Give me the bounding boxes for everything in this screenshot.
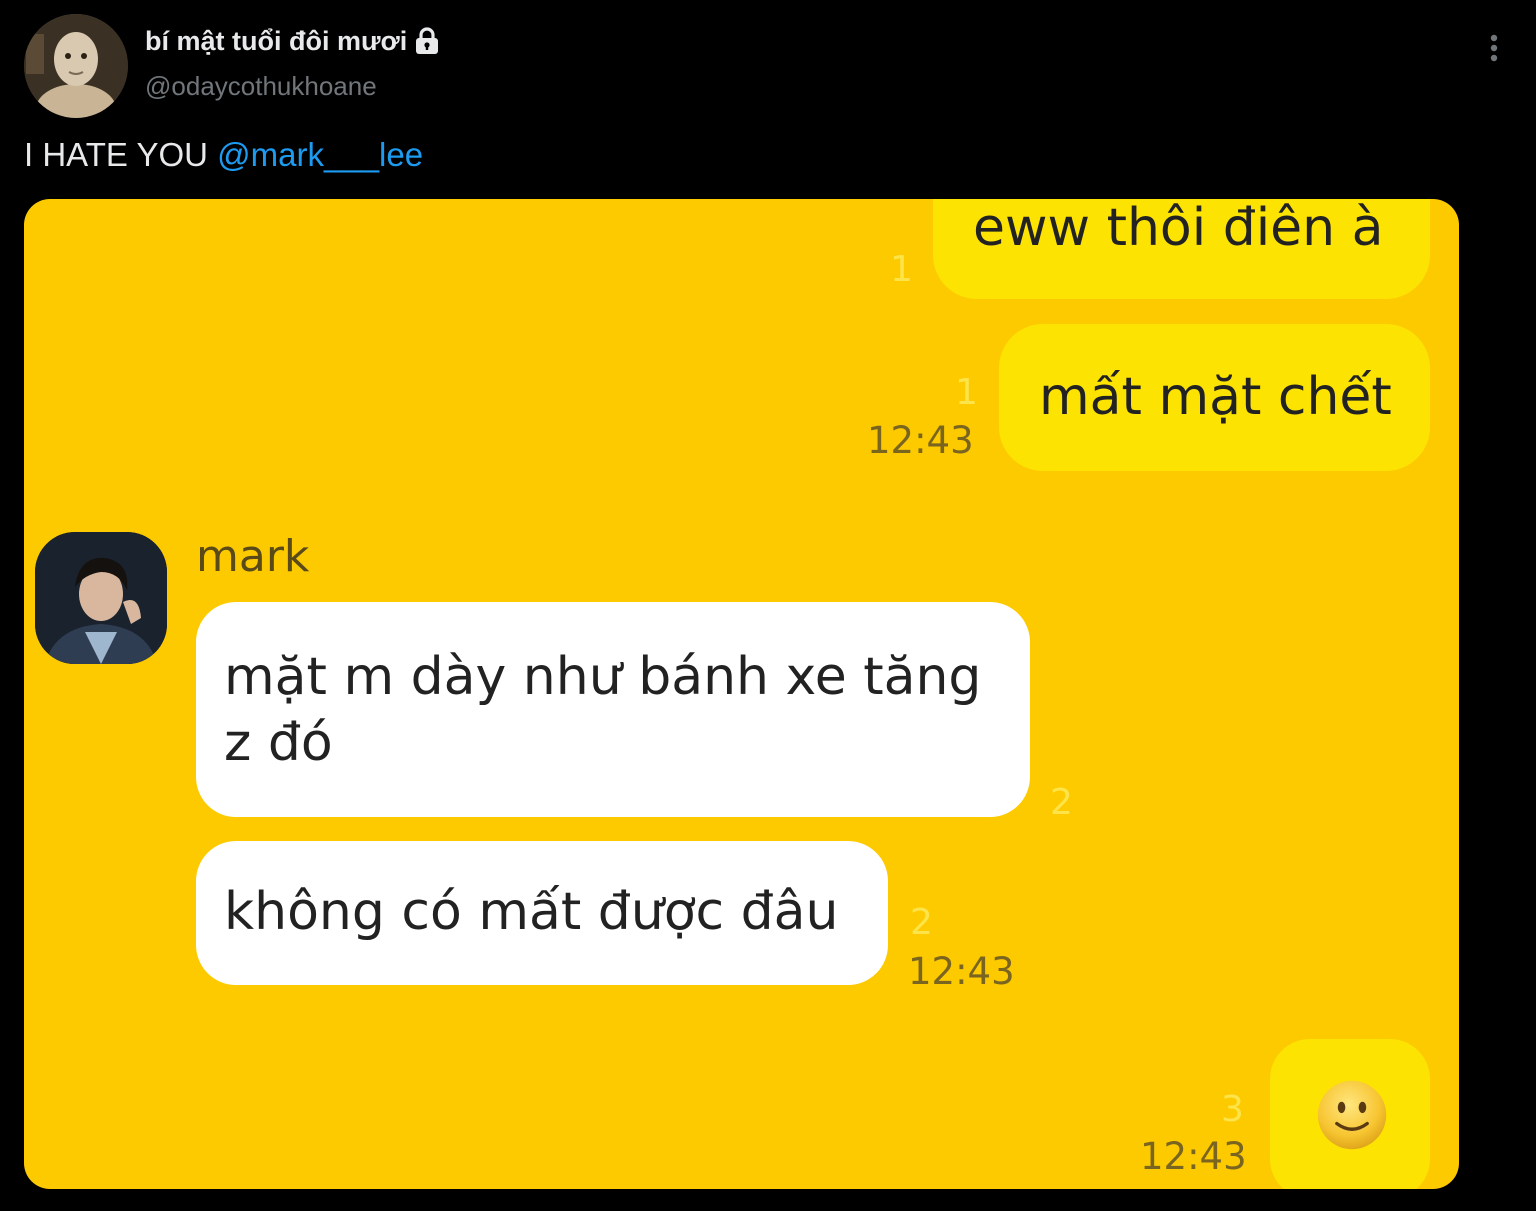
tweet-body: I HATE YOU (24, 136, 218, 173)
message-time: 12:43 (867, 419, 974, 462)
sender-avatar-image (35, 532, 167, 664)
sender-name: mark (196, 531, 310, 582)
message-text: mặt m dày như bánh xe tăng z đó (224, 647, 998, 773)
display-name-text: bí mật tuổi đôi mươi (145, 26, 408, 56)
my-message-bubble (1270, 1039, 1430, 1189)
mention-link[interactable]: @mark___lee (217, 136, 423, 173)
slightly-smiling-face-icon (1317, 1080, 1387, 1150)
message-time: 12:43 (1140, 1135, 1247, 1178)
read-count: 1 (890, 249, 913, 290)
read-count: 1 (955, 372, 978, 413)
my-message-bubble: mất mặt chết (999, 324, 1430, 471)
their-message-bubble: mặt m dày như bánh xe tăng z đó (196, 602, 1030, 817)
message-text: không có mất được đâu (224, 882, 839, 942)
their-message-bubble: không có mất được đâu (196, 841, 888, 985)
read-count: 2 (910, 902, 933, 943)
author-avatar[interactable] (24, 14, 128, 118)
author-avatar-image (24, 14, 128, 118)
message-text: mất mặt chết (1039, 367, 1392, 427)
tweet-text: I HATE YOU @mark___lee (24, 134, 423, 176)
author-display-name[interactable]: bí mật tuổi đôi mươi (145, 24, 441, 58)
read-count: 2 (1050, 782, 1073, 823)
author-handle[interactable]: @odaycothukhoane (145, 70, 377, 102)
sender-avatar[interactable] (35, 532, 167, 664)
more-vertical-icon[interactable] (1480, 32, 1508, 64)
message-time: 12:43 (908, 950, 1015, 993)
message-text: eww thôi điên à (973, 199, 1384, 258)
lock-icon (416, 27, 439, 54)
read-count: 3 (1221, 1089, 1244, 1130)
tweet-view: bí mật tuổi đôi mươi @odaycothukhoane I … (0, 0, 1536, 1211)
my-message-bubble: eww thôi điên à (933, 199, 1430, 299)
tweet-media-image[interactable]: eww thôi điên à 1 mất mặt chết 1 12:43 m… (24, 199, 1459, 1189)
